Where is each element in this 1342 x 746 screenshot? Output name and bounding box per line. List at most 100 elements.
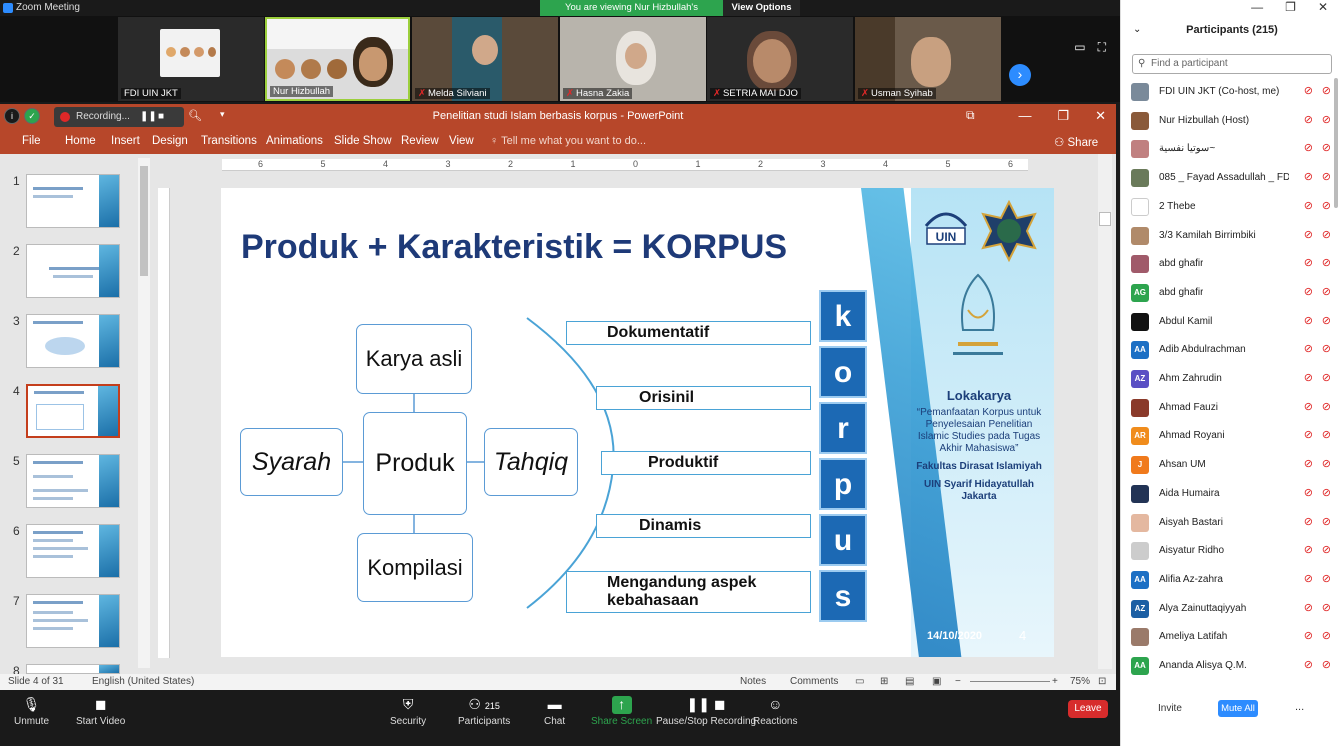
participant-row[interactable]: FDI UIN JKT (Co-host, me) ⊘ ⊘ — [1121, 78, 1342, 106]
participant-row[interactable]: J Ahsan UM ⊘ ⊘ — [1121, 451, 1342, 479]
slide-canvas[interactable]: Produk + Karakteristik = KORPUS Karya as… — [221, 188, 1054, 657]
ribbon-display-icon[interactable]: ⧉ — [966, 108, 975, 123]
participant-row[interactable]: Aisyatur Ridho ⊘ ⊘ — [1121, 537, 1342, 565]
participants-icon: ⚇ 215 — [468, 696, 500, 712]
fullscreen-icon[interactable]: ⛶ — [1098, 40, 1106, 55]
slide-thumbnail[interactable] — [26, 524, 120, 578]
fit-slide-icon[interactable]: ⊡ — [1098, 676, 1106, 687]
participant-row[interactable]: AA Ananda Alisya Q.M. ⊘ ⊘ — [1121, 652, 1342, 680]
participants-list[interactable]: FDI UIN JKT (Co-host, me) ⊘ ⊘ Nur Hizbullah… — [1121, 78, 1342, 692]
participant-row[interactable]: Aisyah Bastari ⊘ ⊘ — [1121, 509, 1342, 537]
video-tile[interactable]: ✗ SETRIA MAI DJO — [707, 17, 853, 101]
zoom-level[interactable]: 75% — [1070, 676, 1090, 687]
participant-row[interactable]: سوتيا نفسية~ ⊘ ⊘ — [1121, 135, 1342, 163]
participant-search-input[interactable]: ⚲ Find a participant — [1132, 54, 1332, 74]
participant-row[interactable]: AG abd ghafir ⊘ ⊘ — [1121, 279, 1342, 307]
share-screen-button[interactable]: ↑ Share Screen — [591, 696, 652, 727]
leave-button[interactable]: Leave — [1068, 700, 1108, 718]
participant-row[interactable]: Abdul Kamil ⊘ ⊘ — [1121, 308, 1342, 336]
participant-row[interactable]: AZ Ahm Zahrudin ⊘ ⊘ — [1121, 365, 1342, 393]
participants-scrollbar[interactable] — [1334, 78, 1340, 694]
tab-home[interactable]: Home — [65, 135, 96, 147]
security-button[interactable]: ⛨ Security — [390, 696, 426, 727]
video-tile[interactable]: FDI UIN JKT — [118, 17, 264, 101]
participant-row[interactable]: Ameliya Latifah ⊘ ⊘ — [1121, 623, 1342, 651]
next-page-arrow-icon[interactable]: › — [1009, 64, 1031, 86]
avatar: AG — [1131, 283, 1149, 302]
tab-review[interactable]: Review — [401, 135, 439, 147]
tab-design[interactable]: Design — [152, 135, 188, 147]
slide-thumbnail[interactable] — [26, 664, 120, 674]
participant-row[interactable]: AZ Alya Zainuttaqiyyah ⊘ ⊘ — [1121, 595, 1342, 623]
pause-stop-recording-button[interactable]: ❚❚ ◼ Pause/Stop Recording — [656, 696, 756, 727]
reactions-button[interactable]: ☺ Reactions — [753, 696, 797, 727]
comments-button[interactable]: Comments — [790, 676, 838, 687]
video-tile[interactable]: ✗ Melda Silviani — [412, 17, 558, 101]
video-tile-active[interactable]: Nur Hizbullah — [265, 17, 410, 101]
mic-off-icon: ⊘ — [1303, 372, 1313, 384]
slide-sorter-icon[interactable]: ⊞ — [880, 676, 888, 687]
participants-button[interactable]: ⚇ 215 Participants — [458, 696, 510, 727]
slide-thumbnail[interactable] — [26, 594, 120, 648]
editor-scrollbar[interactable] — [1098, 154, 1112, 669]
notes-button[interactable]: Notes — [740, 676, 766, 687]
minimize-icon[interactable]: — — [1251, 0, 1263, 14]
mute-all-button[interactable]: Mute All — [1218, 700, 1258, 717]
tab-transitions[interactable]: Transitions — [201, 135, 257, 147]
participant-row[interactable]: 085 _ Fayad Assadullah _ FDI ⊘ ⊘ — [1121, 164, 1342, 192]
thumbnail-scrollbar[interactable] — [138, 158, 150, 668]
slideshow-icon[interactable]: ▣ — [932, 676, 941, 687]
close-icon[interactable]: ✕ — [1318, 0, 1328, 14]
tab-view[interactable]: View — [449, 135, 474, 147]
participant-row[interactable]: AR Ahmad Royani ⊘ ⊘ — [1121, 422, 1342, 450]
video-tile[interactable]: ✗ Usman Syihab — [855, 17, 1001, 101]
layout-icon[interactable]: ▭ — [1074, 40, 1085, 55]
avatar: AZ — [1131, 599, 1149, 618]
camera-off-icon: ⊘ — [1321, 572, 1331, 585]
participant-row[interactable]: Nur Hizbullah (Host) ⊘ ⊘ — [1121, 107, 1342, 135]
more-options-icon[interactable]: ... — [1295, 701, 1304, 713]
participant-row[interactable]: Aida Humaira ⊘ ⊘ — [1121, 480, 1342, 508]
participant-row[interactable]: AA Alifia Az-zahra ⊘ ⊘ — [1121, 566, 1342, 594]
unmute-button[interactable]: 🎙︎ Unmute — [14, 696, 49, 727]
participant-row[interactable]: 2 Thebe ⊘ ⊘ — [1121, 193, 1342, 221]
camera-off-icon: ⊘ — [1321, 228, 1331, 241]
participant-row[interactable]: 3/3 Kamilah Birrimbiki ⊘ ⊘ — [1121, 222, 1342, 250]
language-status[interactable]: English (United States) — [92, 676, 194, 687]
tab-insert[interactable]: Insert — [111, 135, 140, 147]
slide-thumbnail[interactable] — [26, 454, 120, 508]
slide-thumbnail[interactable] — [26, 244, 120, 298]
zoom-in-icon[interactable]: + — [1052, 676, 1058, 687]
ruler-tick-label: 6 — [1008, 159, 1014, 169]
tell-me-box[interactable]: ♀ Tell me what you want to do... — [490, 135, 646, 147]
normal-view-icon[interactable]: ▭ — [855, 676, 864, 687]
tab-animations[interactable]: Animations — [266, 135, 323, 147]
tab-slide-show[interactable]: Slide Show — [334, 135, 392, 147]
ruler-tick-label: 0 — [633, 159, 639, 169]
restore-icon[interactable]: ❐ — [1057, 108, 1069, 124]
participant-name: Alya Zainuttaqiyyah — [1159, 602, 1247, 614]
participant-row[interactable]: AA Adib Abdulrachman ⊘ ⊘ — [1121, 336, 1342, 364]
slide-thumbnail[interactable] — [26, 174, 120, 228]
close-icon[interactable]: ✕ — [1095, 108, 1106, 124]
slide-thumbnail[interactable] — [26, 314, 120, 368]
tab-file[interactable]: File — [22, 135, 41, 147]
participant-row[interactable]: Ahmad Fauzi ⊘ ⊘ — [1121, 394, 1342, 422]
chevron-down-icon[interactable]: ⌄ — [1133, 24, 1141, 35]
start-video-button[interactable]: ◼ Start Video — [76, 696, 125, 727]
share-button[interactable]: ⚇ Share — [1054, 135, 1098, 149]
restore-icon[interactable]: ❐ — [1285, 0, 1296, 14]
view-options-button[interactable]: View Options ▾ — [723, 0, 800, 24]
chat-button[interactable]: ▬ Chat — [544, 696, 565, 727]
panel-body: “Pemanfaatan Korpus untuk Penyelesaian P… — [916, 407, 1042, 454]
camera-off-icon: ⊘ — [1321, 372, 1331, 384]
video-tile[interactable]: ✗ Hasna Zakia — [560, 17, 706, 101]
minimize-icon[interactable]: — — [1018, 108, 1031, 124]
zoom-out-icon[interactable]: − — [955, 676, 961, 687]
invite-button[interactable]: Invite — [1158, 703, 1182, 714]
reactions-icon: ☺ — [768, 696, 783, 712]
slide-thumbnail-selected[interactable] — [26, 384, 120, 438]
zoom-slider[interactable] — [970, 681, 1050, 682]
reading-view-icon[interactable]: ▤ — [905, 676, 914, 687]
participant-row[interactable]: abd ghafir ⊘ ⊘ — [1121, 250, 1342, 278]
